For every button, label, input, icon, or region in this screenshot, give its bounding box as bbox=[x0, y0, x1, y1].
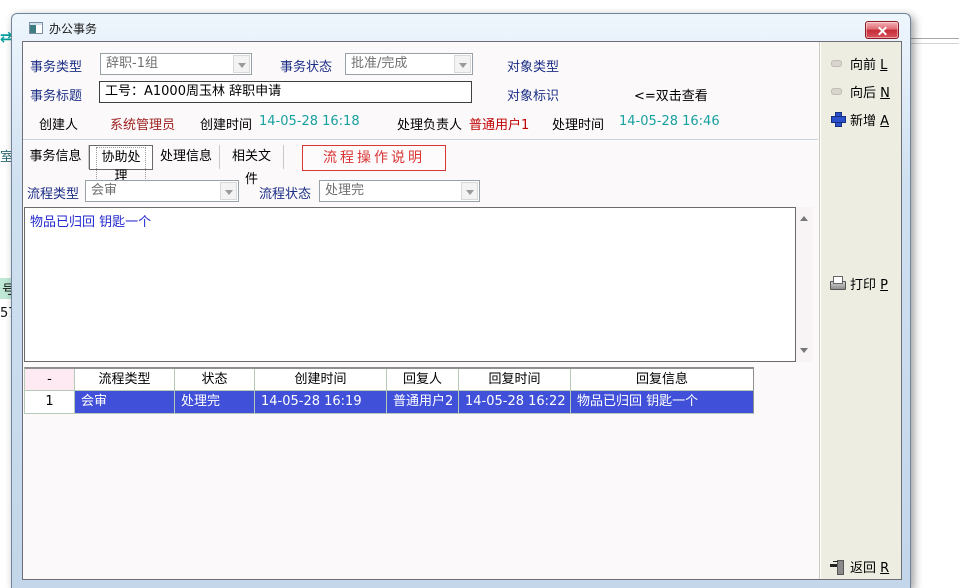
process-time-label: 处理时间 bbox=[552, 114, 604, 133]
scroll-down-icon[interactable] bbox=[800, 348, 808, 357]
transaction-type-value: 辞职-1组 bbox=[106, 56, 158, 71]
printer-icon bbox=[829, 275, 845, 291]
plus-icon bbox=[829, 111, 845, 127]
header-create-time: 创建时间 bbox=[255, 369, 387, 391]
create-time-label: 创建时间 bbox=[200, 114, 252, 133]
window-form-icon bbox=[29, 22, 43, 34]
print-label: 打印 bbox=[850, 278, 876, 293]
header-status: 状态 bbox=[175, 369, 255, 391]
header-process-type: 流程类型 bbox=[75, 369, 175, 391]
reply-scrollbar[interactable] bbox=[796, 207, 813, 362]
chevron-down-icon[interactable] bbox=[461, 182, 478, 200]
handler-label: 处理负责人 bbox=[397, 114, 462, 133]
tab-assist-processing[interactable]: 协助处理 bbox=[89, 145, 153, 170]
next-icon bbox=[829, 83, 845, 99]
cell-row-number[interactable]: 1 bbox=[25, 391, 75, 414]
table-header-row: - 流程类型 状态 创建时间 回复人 回复时间 回复信息 bbox=[25, 369, 754, 391]
tab-related-files[interactable]: 相关文件 bbox=[220, 145, 284, 169]
background-divider bbox=[911, 43, 959, 44]
print-mnemonic: P bbox=[880, 278, 888, 293]
object-id-label: 对象标识 bbox=[507, 85, 559, 104]
object-id-hint: <=双击查看 bbox=[634, 85, 708, 104]
return-button[interactable]: 返回 R bbox=[829, 556, 889, 576]
chevron-down-icon[interactable] bbox=[220, 182, 237, 200]
print-button[interactable]: 打印 P bbox=[829, 273, 888, 293]
transaction-status-value: 批准/完成 bbox=[351, 56, 407, 71]
table-row-selected[interactable]: 1 会审 处理完 14-05-28 16:19 普通用户2 14-05-28 1… bbox=[25, 391, 754, 414]
header-replier: 回复人 bbox=[387, 369, 459, 391]
process-type-value: 会审 bbox=[91, 183, 117, 198]
process-type-label: 流程类型 bbox=[27, 183, 79, 202]
cell-status[interactable]: 处理完 bbox=[175, 391, 255, 414]
previous-button[interactable]: 向前 L bbox=[829, 53, 887, 73]
return-mnemonic: R bbox=[880, 561, 889, 576]
background-divider bbox=[911, 38, 959, 39]
process-type-select[interactable]: 会审 bbox=[85, 180, 239, 202]
process-status-label: 流程状态 bbox=[259, 183, 311, 202]
title-bar[interactable]: 办公事务 bbox=[12, 14, 910, 41]
tab-transaction-info[interactable]: 事务信息 bbox=[23, 145, 89, 169]
next-label: 向后 bbox=[850, 86, 876, 101]
transaction-title-label: 事务标题 bbox=[30, 85, 82, 104]
process-status-value: 处理完 bbox=[325, 183, 364, 198]
chevron-down-icon[interactable] bbox=[233, 55, 250, 73]
scroll-up-icon[interactable] bbox=[800, 212, 808, 221]
reply-table: - 流程类型 状态 创建时间 回复人 回复时间 回复信息 1 会审 处理完 14… bbox=[24, 367, 754, 414]
previous-mnemonic: L bbox=[880, 58, 887, 73]
office-affairs-dialog: 办公事务 事务类型 辞职-1组 事务状态 批准/完成 对象类型 事务标题 工号：… bbox=[11, 13, 911, 588]
add-new-button[interactable]: 新增 A bbox=[829, 109, 889, 129]
process-time-value: 14-05-28 16:46 bbox=[619, 114, 720, 129]
transaction-type-label: 事务类型 bbox=[30, 56, 82, 75]
transaction-title-input[interactable]: 工号：A1000周玉林 辞职申请 bbox=[99, 81, 472, 103]
return-label: 返回 bbox=[850, 561, 876, 576]
cell-reply-message[interactable]: 物品已归回 钥匙一个 bbox=[571, 391, 754, 414]
creator-label: 创建人 bbox=[39, 114, 78, 133]
handler-value: 普通用户1 bbox=[469, 114, 529, 133]
tab-strip: 事务信息 协助处理 处理信息 相关文件 bbox=[23, 145, 284, 171]
add-new-label: 新增 bbox=[850, 114, 876, 129]
header-row-number: - bbox=[25, 369, 75, 391]
next-button[interactable]: 向后 N bbox=[829, 81, 890, 101]
transaction-status-select[interactable]: 批准/完成 bbox=[345, 53, 473, 75]
transaction-status-label: 事务状态 bbox=[280, 56, 332, 75]
previous-icon bbox=[829, 55, 845, 71]
tab-label: 处理信息 bbox=[160, 149, 212, 164]
creator-value: 系统管理员 bbox=[110, 114, 175, 133]
tab-processing-info[interactable]: 处理信息 bbox=[153, 145, 220, 169]
reply-textarea[interactable]: 物品已归回 钥匙一个 bbox=[24, 207, 796, 362]
header-reply-time: 回复时间 bbox=[459, 369, 571, 391]
header-divider bbox=[23, 139, 818, 141]
cell-process-type[interactable]: 会审 bbox=[75, 391, 175, 414]
chevron-down-icon[interactable] bbox=[454, 55, 471, 73]
header-reply-message: 回复信息 bbox=[571, 369, 754, 391]
next-mnemonic: N bbox=[880, 86, 890, 101]
create-time-value: 14-05-28 16:18 bbox=[259, 114, 360, 129]
previous-label: 向前 bbox=[850, 58, 876, 73]
window-title: 办公事务 bbox=[49, 20, 97, 37]
exit-door-icon bbox=[829, 558, 845, 574]
tab-label: 事务信息 bbox=[29, 149, 81, 164]
object-type-label: 对象类型 bbox=[507, 56, 559, 75]
transaction-type-select[interactable]: 辞职-1组 bbox=[100, 53, 252, 75]
flow-operation-help-button[interactable]: 流程操作说明 bbox=[302, 145, 446, 171]
dialog-body: 事务类型 辞职-1组 事务状态 批准/完成 对象类型 事务标题 工号：A1000… bbox=[22, 41, 902, 580]
cell-reply-time[interactable]: 14-05-28 16:22 bbox=[459, 391, 571, 414]
close-button[interactable] bbox=[865, 21, 899, 39]
process-status-select[interactable]: 处理完 bbox=[319, 180, 480, 202]
add-new-mnemonic: A bbox=[880, 114, 889, 129]
cell-replier[interactable]: 普通用户2 bbox=[387, 391, 459, 414]
cell-create-time[interactable]: 14-05-28 16:19 bbox=[255, 391, 387, 414]
